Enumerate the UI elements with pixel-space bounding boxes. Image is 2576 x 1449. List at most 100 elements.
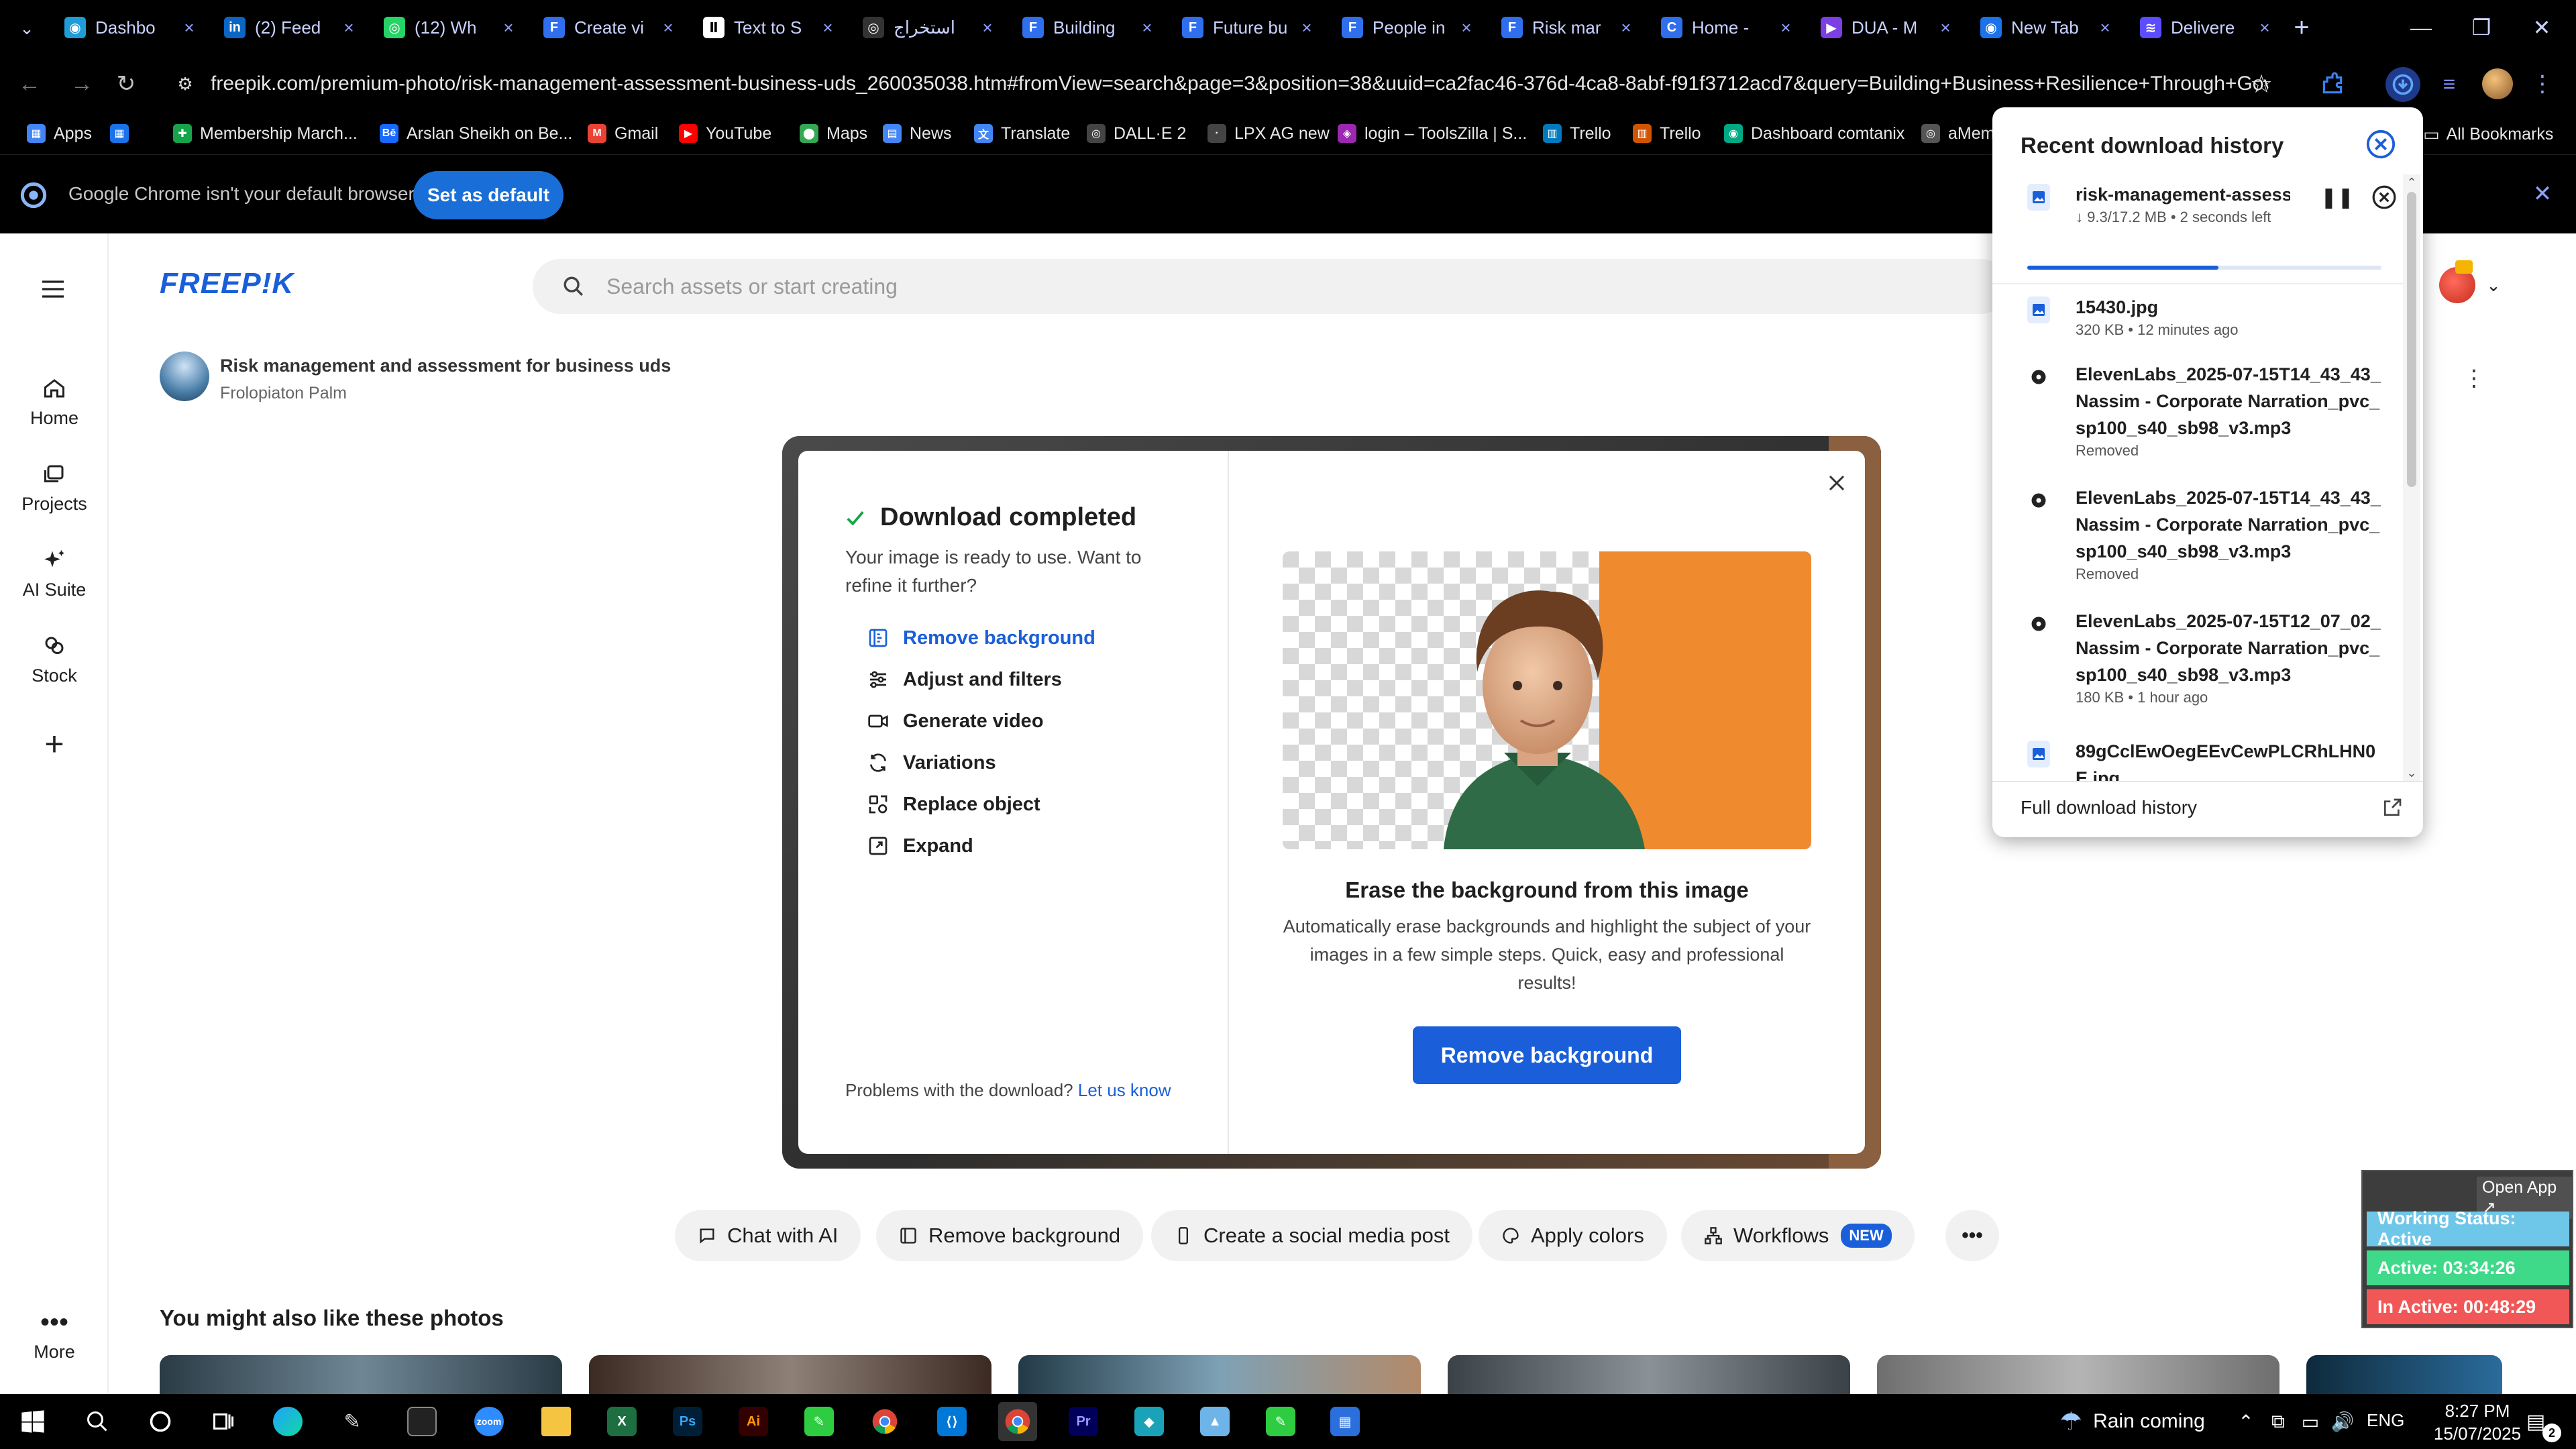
workflows-button[interactable]: Workflows NEW xyxy=(1681,1210,1915,1261)
bookmark-item[interactable]: · LPX AG new xyxy=(1208,122,1330,145)
bookmark-item[interactable]: ▦ xyxy=(110,122,137,145)
more-options-icon[interactable]: ⋮ xyxy=(2462,365,2486,392)
chat-with-ai-button[interactable]: Chat with AI xyxy=(675,1210,861,1261)
file-explorer-icon[interactable] xyxy=(537,1402,576,1441)
scroll-down-icon[interactable]: ⌄ xyxy=(2403,765,2420,781)
browser-tab[interactable]: ◉ Dashbo × xyxy=(51,5,207,50)
site-info-icon[interactable]: ⚙ xyxy=(173,72,197,96)
close-window-button[interactable]: ✕ xyxy=(2513,0,2571,55)
bookmark-item[interactable]: ▦ Apps xyxy=(27,122,92,145)
app-icon-green-2[interactable]: ✎ xyxy=(1261,1402,1300,1441)
app-icon-blue[interactable]: ▲ xyxy=(1195,1402,1234,1441)
all-bookmarks[interactable]: ▭ All Bookmarks xyxy=(2423,121,2553,148)
browser-tab[interactable]: ◎ (12) Wh × xyxy=(370,5,526,50)
address-bar[interactable]: ⚙ freepik.com/premium-photo/risk-managem… xyxy=(162,64,2269,103)
create-social-post-button[interactable]: Create a social media post xyxy=(1151,1210,1473,1261)
chrome-taskbar-icon[interactable] xyxy=(865,1402,904,1441)
browser-tab[interactable]: F People in × xyxy=(1328,5,1484,50)
option-generate-video[interactable]: Generate video xyxy=(865,708,1044,734)
browser-tab[interactable]: ◉ New Tab × xyxy=(1967,5,2123,50)
illustrator-icon[interactable]: Ai xyxy=(734,1402,773,1441)
chevron-down-icon[interactable]: ⌄ xyxy=(2482,274,2505,297)
set-default-button[interactable]: Set as default xyxy=(413,171,564,219)
clock[interactable]: 8:27 PM 15/07/2025 xyxy=(2427,1399,2528,1445)
let-us-know-link[interactable]: Let us know xyxy=(1078,1080,1171,1100)
option-variations[interactable]: Variations xyxy=(865,750,996,775)
tab-search-icon[interactable]: ⌄ xyxy=(13,15,40,42)
option-remove-background[interactable]: Remove background xyxy=(865,625,1095,651)
option-adjust-filters[interactable]: Adjust and filters xyxy=(865,667,1062,692)
tab-close-icon[interactable]: × xyxy=(1139,19,1155,36)
bookmark-item[interactable]: ▥ Trello xyxy=(1633,122,1701,145)
app-icon-teal[interactable]: ◆ xyxy=(1130,1402,1169,1441)
author-avatar[interactable] xyxy=(160,352,209,401)
edge-icon[interactable] xyxy=(268,1402,307,1441)
vscode-icon[interactable]: ⟨⟩ xyxy=(932,1402,971,1441)
weather-widget[interactable]: ☂ Rain coming xyxy=(2059,1405,2205,1438)
bookmark-item[interactable]: ▥ Trello xyxy=(1543,122,1611,145)
new-tab-button[interactable]: + xyxy=(2286,12,2317,43)
hamburger-menu-icon[interactable] xyxy=(38,274,68,305)
freepik-logo[interactable]: FREEP!K xyxy=(160,267,294,301)
close-modal-icon[interactable] xyxy=(1823,470,1850,496)
browser-tab[interactable]: F Create vi × xyxy=(530,5,686,50)
premiere-icon[interactable]: Pr xyxy=(1064,1402,1103,1441)
minimize-button[interactable]: — xyxy=(2392,0,2450,55)
photoshop-icon[interactable]: Ps xyxy=(668,1402,707,1441)
back-icon[interactable]: ← xyxy=(15,69,44,99)
task-view-icon[interactable] xyxy=(204,1402,243,1441)
search-bar[interactable]: Search assets or start creating xyxy=(533,259,2008,314)
nav-more[interactable]: ••• More xyxy=(0,1307,109,1362)
browser-tab[interactable]: F Risk mar × xyxy=(1488,5,1644,50)
more-actions-icon[interactable]: ••• xyxy=(1945,1210,1999,1261)
excel-icon[interactable]: X xyxy=(602,1402,641,1441)
zoom-icon[interactable]: zoom xyxy=(470,1402,508,1441)
volume-icon[interactable]: 🔊 xyxy=(2329,1407,2356,1436)
network-icon[interactable]: ▭ xyxy=(2297,1407,2324,1436)
apply-colors-button[interactable]: Apply colors xyxy=(1479,1210,1667,1261)
bookmark-item[interactable]: ◎ DALL·E 2 xyxy=(1087,122,1186,145)
browser-tab[interactable]: Ⅱ Text to S × xyxy=(690,5,845,50)
pen-icon[interactable]: ✎ xyxy=(333,1402,372,1441)
search-icon[interactable] xyxy=(78,1402,117,1441)
close-downloads-icon[interactable] xyxy=(2364,127,2398,161)
download-item[interactable]: ElevenLabs_2025-07-15T12_07_02_Nassim - … xyxy=(2027,608,2390,707)
tab-close-icon[interactable]: × xyxy=(660,19,676,36)
author-name[interactable]: Frolopiaton Palm xyxy=(220,384,347,403)
nav-projects[interactable]: Projects xyxy=(0,459,109,515)
app-icon-green[interactable]: ✎ xyxy=(800,1402,839,1441)
browser-tab[interactable]: F Future bu × xyxy=(1169,5,1324,50)
tab-close-icon[interactable]: × xyxy=(1778,19,1794,36)
option-expand[interactable]: Expand xyxy=(865,833,973,859)
cortana-icon[interactable] xyxy=(141,1402,180,1441)
browser-tab[interactable]: ◎ استخراج × xyxy=(849,5,1005,50)
related-thumb[interactable] xyxy=(1448,1355,1850,1394)
bookmark-item[interactable]: ◎ aMem xyxy=(1921,122,1994,145)
tab-close-icon[interactable]: × xyxy=(1618,19,1634,36)
tab-close-icon[interactable]: × xyxy=(1458,19,1474,36)
tab-close-icon[interactable]: × xyxy=(1299,19,1315,36)
tray-app-icon[interactable]: ⧉ xyxy=(2265,1407,2292,1436)
language-indicator[interactable]: ENG xyxy=(2367,1410,2404,1431)
related-thumb[interactable] xyxy=(160,1355,562,1394)
browser-tab[interactable]: C Home - × xyxy=(1648,5,1803,50)
start-button[interactable] xyxy=(13,1402,52,1441)
scroll-up-icon[interactable]: ⌃ xyxy=(2403,174,2420,191)
bookmark-item[interactable]: ▶ YouTube xyxy=(679,122,771,145)
tab-close-icon[interactable]: × xyxy=(181,19,197,36)
option-replace-object[interactable]: Replace object xyxy=(865,792,1040,817)
tab-close-icon[interactable]: × xyxy=(820,19,836,36)
related-thumb[interactable] xyxy=(589,1355,991,1394)
bookmark-item[interactable]: ◈ login – ToolsZilla | S... xyxy=(1338,122,1527,145)
bookmark-star-icon[interactable]: ☆ xyxy=(2247,70,2275,99)
download-item[interactable]: ElevenLabs_2025-07-15T14_43_43_Nassim - … xyxy=(2027,484,2390,584)
add-icon[interactable]: + xyxy=(39,725,70,763)
media-control-icon[interactable]: ≡ xyxy=(2435,70,2463,98)
qa-remove-background-button[interactable]: Remove background xyxy=(876,1210,1144,1261)
tray-chevron-icon[interactable]: ⌃ xyxy=(2233,1407,2259,1436)
full-download-history-link[interactable]: Full download history xyxy=(2021,788,2403,828)
browser-tab[interactable]: in (2) Feed × xyxy=(211,5,366,50)
bookmark-item[interactable]: ⬤ Maps xyxy=(800,122,867,145)
download-item-active[interactable]: risk-management-assessm business-uds.jpg… xyxy=(2027,181,2396,270)
nav-home[interactable]: Home xyxy=(0,373,109,429)
